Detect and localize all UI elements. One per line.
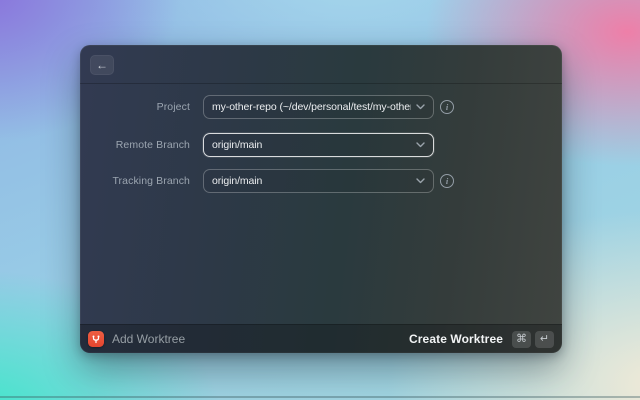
tracking-branch-select[interactable]: origin/main [203, 169, 434, 193]
footer-title: Add Worktree [112, 332, 186, 346]
chevron-down-icon [415, 102, 425, 112]
worktree-branch-icon [88, 331, 104, 347]
dialog-header: ← [80, 45, 562, 84]
back-icon: ← [96, 58, 108, 72]
add-worktree-dialog: ← Project my-other-repo (~/dev/personal/… [80, 45, 562, 353]
command-key-icon: ⌘ [512, 330, 531, 348]
remote-branch-select-value: origin/main [212, 139, 263, 151]
info-icon-glyph: i [445, 101, 449, 112]
form-row-project: Project my-other-repo (~/dev/personal/te… [80, 95, 562, 119]
project-label: Project [156, 101, 190, 113]
tracking-branch-select-value: origin/main [212, 175, 263, 187]
screen-bottom-edge [0, 396, 640, 398]
create-worktree-button[interactable]: Create Worktree ⌘ ↵ [409, 330, 554, 348]
form-row-remote-branch: Remote Branch origin/main [80, 133, 562, 157]
back-button[interactable]: ← [90, 55, 114, 75]
chevron-down-icon [415, 140, 425, 150]
remote-branch-label: Remote Branch [115, 139, 190, 151]
project-select-value: my-other-repo (~/dev/personal/test/my-ot… [212, 101, 411, 113]
remote-branch-select[interactable]: origin/main [203, 133, 434, 157]
chevron-down-icon [415, 176, 425, 186]
info-icon-glyph: i [445, 175, 449, 186]
project-select[interactable]: my-other-repo (~/dev/personal/test/my-ot… [203, 95, 434, 119]
form-row-tracking-branch: Tracking Branch origin/main i [80, 169, 562, 193]
create-worktree-label: Create Worktree [409, 332, 503, 346]
info-icon[interactable]: i [440, 174, 454, 188]
info-icon[interactable]: i [440, 100, 454, 114]
desktop-background: ← Project my-other-repo (~/dev/personal/… [0, 0, 640, 400]
return-key-icon: ↵ [535, 330, 554, 348]
dialog-footer: Add Worktree Create Worktree ⌘ ↵ [80, 324, 562, 353]
tracking-branch-label: Tracking Branch [112, 175, 190, 187]
